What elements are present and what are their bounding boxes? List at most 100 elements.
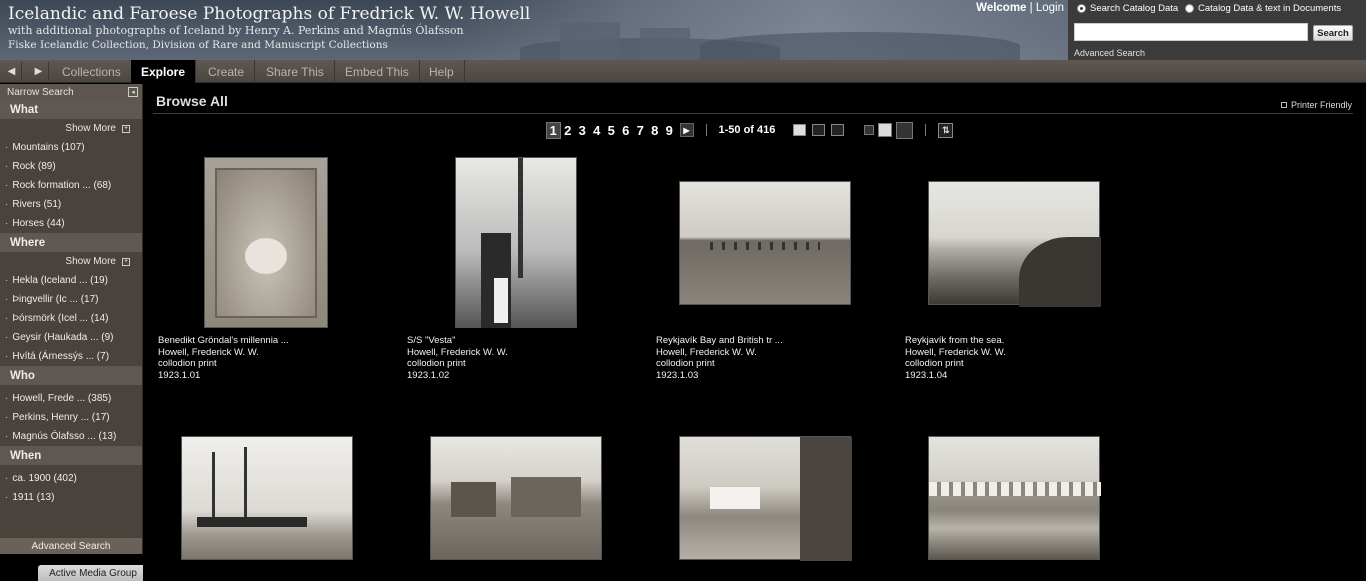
nav-bar: ◀ ▶ Collections Explore Create Share Thi… (0, 60, 1366, 83)
radio-documents-button[interactable] (1185, 4, 1194, 13)
page-link[interactable]: 4 (590, 123, 605, 138)
thumbnail[interactable] (679, 436, 852, 561)
search-input[interactable] (1074, 23, 1308, 41)
small-grid-view-icon[interactable] (831, 124, 845, 136)
tab-share[interactable]: Share This (256, 60, 335, 83)
welcome-area: Welcome | Login (960, 2, 1064, 14)
facet-item[interactable]: Rivers (51) (0, 195, 142, 214)
facet-where-title: Where (0, 233, 142, 252)
banner-house (640, 28, 690, 60)
thumbnail[interactable] (455, 157, 577, 328)
plus-icon[interactable]: + (122, 124, 130, 133)
large-grid-view-icon[interactable] (793, 124, 807, 136)
facet-item[interactable]: 1911 (13) (0, 488, 142, 507)
sidebar-header: Narrow Search ◂ (0, 84, 142, 100)
page-link[interactable]: 5 (604, 123, 619, 138)
item-creator: Howell, Frederick W. W. (656, 346, 757, 358)
item-title[interactable]: Reykjavík from the sea. (905, 335, 1145, 347)
radio-catalog-button[interactable] (1077, 4, 1086, 13)
welcome-text: Welcome (976, 2, 1027, 14)
sidebar-advanced-search-link[interactable]: Advanced Search (0, 538, 142, 554)
triangle-left-icon: ◀ (7, 66, 16, 77)
item-format: collodion print (158, 358, 217, 369)
page-link[interactable]: 6 (619, 123, 634, 138)
facet-item[interactable]: Þórsmörk (Icel ... (14) (0, 309, 142, 328)
page-link[interactable]: 9 (662, 123, 677, 138)
page-link[interactable]: 8 (648, 123, 663, 138)
page-link[interactable]: 1 (546, 121, 561, 139)
back-arrow-button[interactable]: ◀ (2, 62, 22, 81)
facet-item[interactable]: Hvítá (Árnessýs ... (7) (0, 347, 142, 366)
item-title[interactable]: Reykjavík Bay and British tr ... (656, 335, 896, 347)
thumbnail[interactable] (430, 436, 602, 560)
search-button[interactable]: Search (1313, 25, 1353, 41)
item-title[interactable]: Benedikt Gröndal's millennia ... (158, 335, 398, 347)
thumb-size-small-icon[interactable] (864, 125, 875, 135)
pager-divider (705, 124, 707, 136)
show-more-what[interactable]: Show More + (0, 119, 142, 138)
thumbnail[interactable] (928, 181, 1101, 307)
collapse-icon[interactable]: ◂ (128, 87, 138, 97)
plus-icon[interactable]: + (122, 257, 130, 266)
forward-arrow-button[interactable]: ▶ (29, 62, 49, 81)
item-caption[interactable]: Reykjavík Bay and British tr ... Howell,… (656, 335, 896, 381)
facet-item[interactable]: ca. 1900 (402) (0, 469, 142, 488)
tab-explore[interactable]: Explore (131, 60, 197, 83)
facet-item[interactable]: Þingvellir (Ic ... (17) (0, 290, 142, 309)
radio-documents-label: Catalog Data & text in Documents (1198, 3, 1342, 14)
facet-item[interactable]: Perkins, Henry ... (17) (0, 408, 142, 427)
facet-item[interactable]: Rock formation ... (68) (0, 176, 142, 195)
item-title[interactable]: S/S "Vesta" (407, 335, 647, 347)
pager: 1 2 3 4 5 6 7 8 9 ▶ 1-50 of 416 ⇅ (546, 121, 954, 139)
facet-item[interactable]: Rock (89) (0, 157, 142, 176)
show-more-where[interactable]: Show More + (0, 252, 142, 271)
radio-catalog[interactable]: Search Catalog Data (1077, 3, 1178, 14)
thumbnail[interactable] (928, 436, 1101, 560)
item-caption[interactable]: Benedikt Gröndal's millennia ... Howell,… (158, 335, 398, 381)
sidebar-title: Narrow Search (7, 86, 74, 98)
facet-item[interactable]: Hekla (Iceland ... (19) (0, 271, 142, 290)
page-title: Browse All (156, 93, 228, 109)
tab-collections[interactable]: Collections (52, 60, 132, 83)
facet-item[interactable]: Howell, Frede ... (385) (0, 389, 142, 408)
thumb-size-medium-icon[interactable] (878, 123, 893, 137)
facet-item[interactable]: Geysir (Haukada ... (9) (0, 328, 142, 347)
radio-documents[interactable]: Catalog Data & text in Documents (1185, 3, 1341, 14)
tab-embed[interactable]: Embed This (335, 60, 420, 83)
triangle-right-icon: ▶ (34, 66, 43, 77)
result-count: 1-50 of 416 (718, 124, 776, 136)
thumbnail[interactable] (181, 436, 353, 560)
advanced-search-link[interactable]: Advanced Search (1074, 48, 1145, 58)
thumbnail[interactable] (679, 181, 851, 305)
tab-help[interactable]: Help (419, 60, 465, 83)
page-link[interactable]: 3 (575, 123, 590, 138)
thumb-size-large-icon[interactable] (896, 121, 914, 139)
site-subtitle: with additional photographs of Iceland b… (8, 24, 464, 37)
page-link[interactable]: 7 (633, 123, 648, 138)
facet-item[interactable]: Horses (44) (0, 214, 142, 233)
item-id: 1923.1.01 (158, 369, 201, 381)
banner-hill (700, 32, 1020, 60)
narrow-search-sidebar: Narrow Search ◂ What Show More + Mountain… (0, 84, 143, 554)
printer-friendly-link[interactable]: Printer Friendly (1280, 100, 1352, 110)
item-id: 1923.1.02 (407, 369, 450, 381)
item-caption[interactable]: Reykjavík from the sea. Howell, Frederic… (905, 335, 1145, 381)
login-link[interactable]: Login (1036, 2, 1064, 14)
radio-catalog-label: Search Catalog Data (1090, 3, 1179, 14)
facet-item[interactable]: Magnús Ólafsso ... (13) (0, 427, 142, 446)
facet-item[interactable]: Mountains (107) (0, 138, 142, 157)
next-page-icon[interactable]: ▶ (679, 123, 694, 137)
tab-create[interactable]: Create (198, 60, 256, 83)
printer-friendly-label: Printer Friendly (1290, 100, 1352, 110)
facet-when-title: When (0, 446, 142, 465)
page-link[interactable]: 2 (561, 123, 576, 138)
thumbnail[interactable] (204, 157, 328, 328)
active-media-group-tab[interactable]: Active Media Group (38, 565, 148, 581)
medium-grid-view-icon[interactable] (812, 124, 826, 136)
item-caption[interactable]: S/S "Vesta" Howell, Frederick W. W. coll… (407, 335, 647, 381)
facet-who-title: Who (0, 366, 142, 385)
sort-icon[interactable]: ⇅ (938, 122, 954, 138)
show-more-label: Show More (65, 256, 116, 267)
welcome-divider: | (1029, 2, 1033, 14)
search-panel: Search Catalog Data Catalog Data & text … (1068, 0, 1366, 60)
